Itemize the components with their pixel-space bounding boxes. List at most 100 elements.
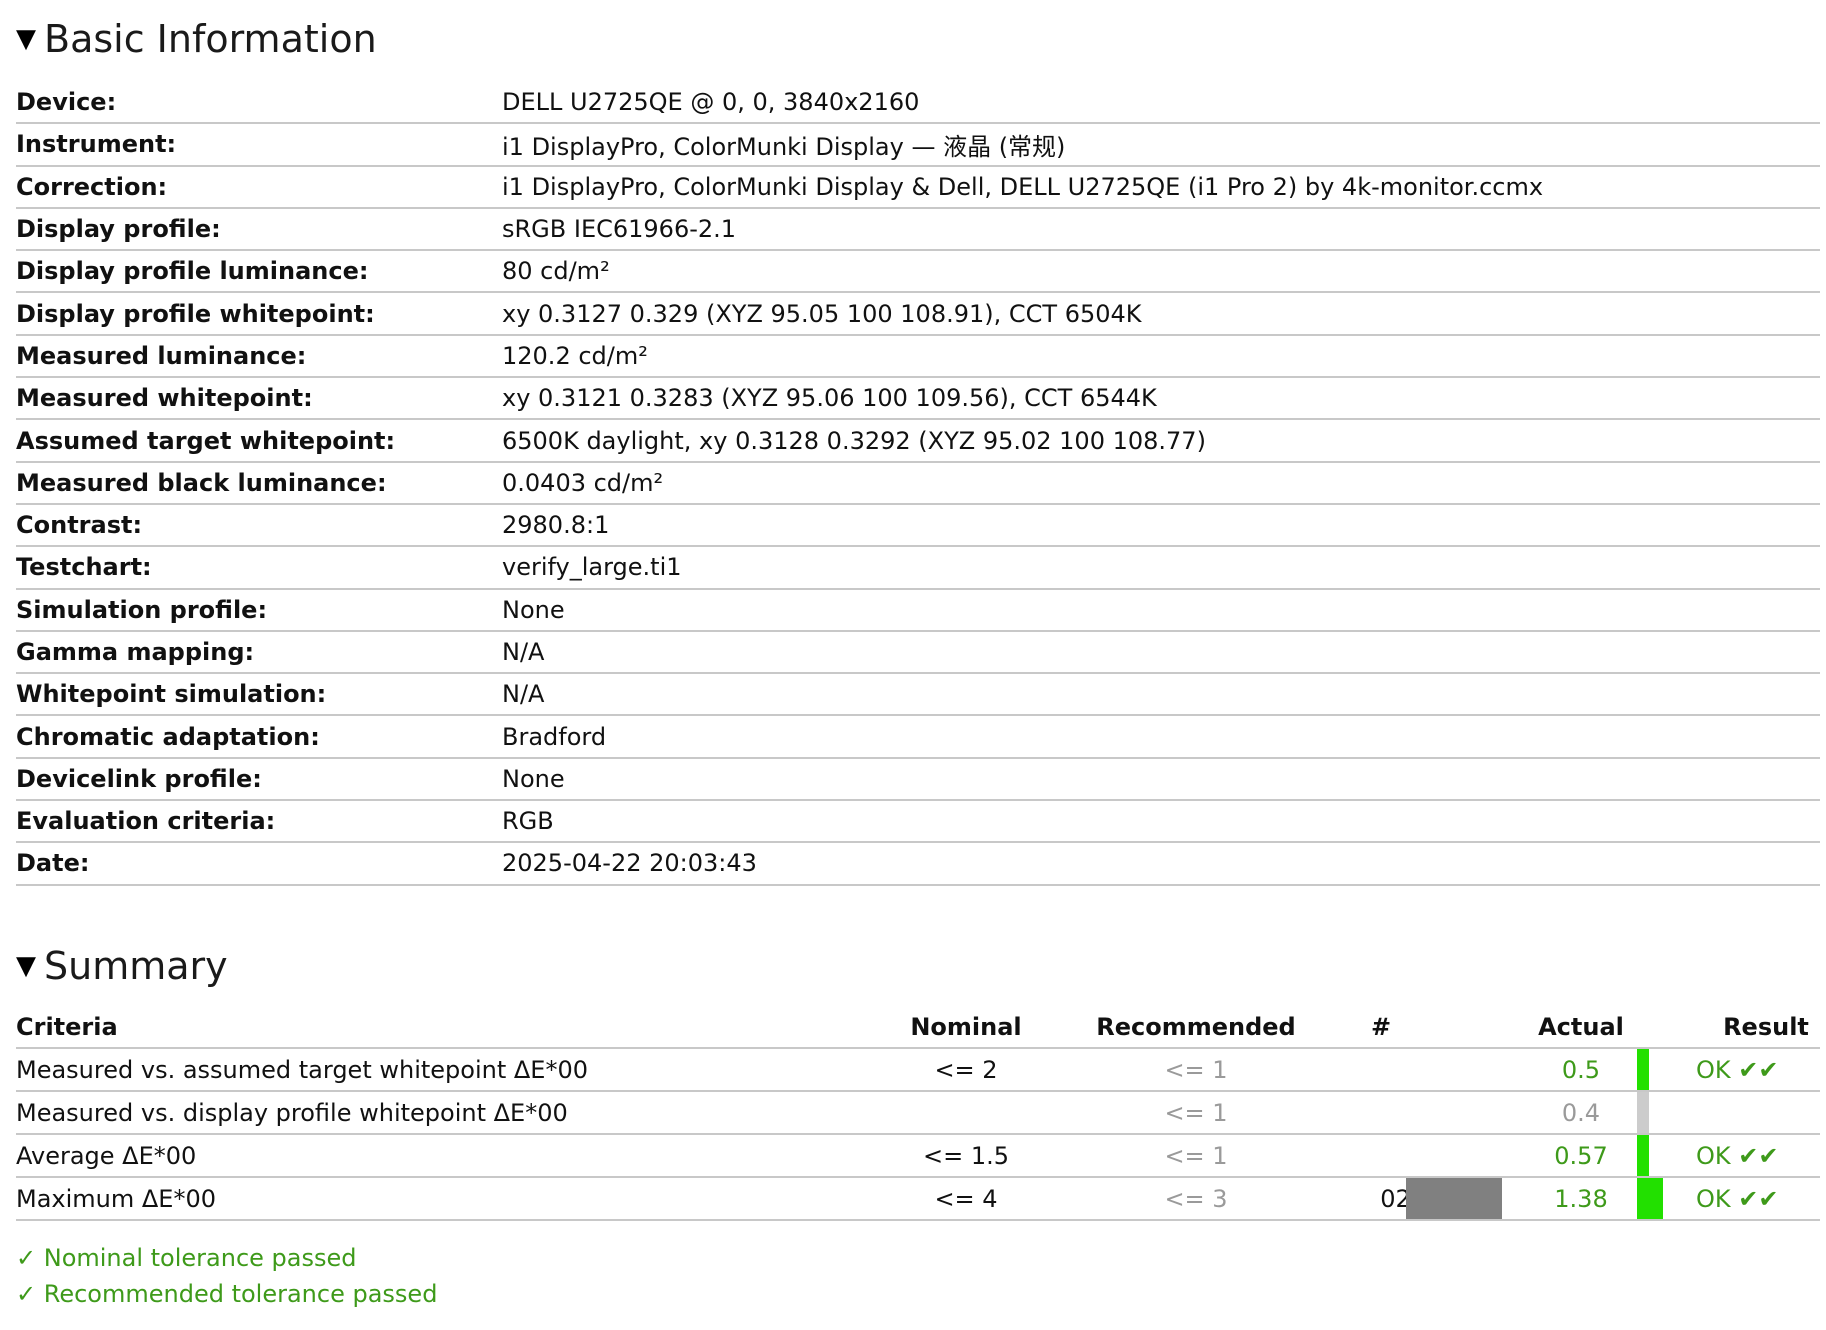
info-row-testchart: Testchart: verify_large.ti1 xyxy=(16,547,1820,590)
info-value: verify_large.ti1 xyxy=(502,553,682,582)
info-label: Evaluation criteria: xyxy=(16,807,276,836)
info-row-devicelink-profile: Devicelink profile: None xyxy=(16,759,1820,802)
info-row-display-profile-whitepoint: Display profile whitepoint: xy 0.3127 0.… xyxy=(16,293,1820,336)
info-row-device: Device: DELL U2725QE @ 0, 0, 3840x2160 xyxy=(16,82,1820,125)
header-actual: Actual xyxy=(1538,1012,1624,1041)
info-row-gamma-mapping: Gamma mapping: N/A xyxy=(16,632,1820,675)
info-label: Contrast: xyxy=(16,511,143,540)
info-label: Whitepoint simulation: xyxy=(16,680,327,709)
actual-cell: 1.38 xyxy=(1554,1184,1608,1213)
info-value: N/A xyxy=(502,680,545,709)
info-value: 80 cd/m² xyxy=(502,257,610,286)
report-page: ▼ Basic Information Device: DELL U2725QE… xyxy=(0,0,1826,1330)
summary-title: Summary xyxy=(44,944,228,988)
criteria-cell: Measured vs. assumed target whitepoint Δ… xyxy=(16,1055,589,1084)
result-cell: OK ✔✔ xyxy=(1696,1141,1779,1170)
info-value: 2980.8:1 xyxy=(502,511,610,540)
recommended-cell: <= 1 xyxy=(1164,1141,1228,1170)
info-label: Assumed target whitepoint: xyxy=(16,426,396,455)
summary-heading[interactable]: ▼ Summary xyxy=(16,947,228,985)
info-row-simulation-profile: Simulation profile: None xyxy=(16,590,1820,632)
tolerance-notes: ✓ Nominal tolerance passed ✓ Recommended… xyxy=(16,1240,437,1312)
result-cell: OK ✔✔ xyxy=(1696,1055,1779,1084)
criteria-cell: Maximum ΔE*00 xyxy=(16,1184,217,1213)
table-row: Measured vs. display profile whitepoint … xyxy=(16,1092,1820,1135)
info-label: Display profile whitepoint: xyxy=(16,299,375,328)
info-value: Bradford xyxy=(502,722,607,751)
table-row: Average ΔE*00 <= 1.5 <= 1 0.57 OK ✔✔ xyxy=(16,1135,1820,1178)
info-row-measured-luminance: Measured luminance: 120.2 cd/m² xyxy=(16,336,1820,379)
status-bar-green xyxy=(1637,1135,1649,1176)
info-label: Date: xyxy=(16,849,90,878)
actual-cell: 0.57 xyxy=(1554,1141,1608,1170)
info-value: 0.0403 cd/m² xyxy=(502,468,664,497)
info-label: Display profile luminance: xyxy=(16,257,369,286)
summary-table: Criteria Nominal Recommended # Actual Re… xyxy=(16,1006,1820,1221)
info-label: Device: xyxy=(16,88,117,117)
info-value: None xyxy=(502,764,565,793)
actual-cell: 0.4 xyxy=(1561,1098,1601,1127)
status-bar-green xyxy=(1637,1049,1649,1090)
info-value: None xyxy=(502,595,565,624)
criteria-cell: Average ΔE*00 xyxy=(16,1141,197,1170)
criteria-cell: Measured vs. display profile whitepoint … xyxy=(16,1098,568,1127)
info-label: Measured whitepoint: xyxy=(16,384,313,413)
status-bar-green xyxy=(1637,1178,1663,1219)
info-row-date: Date: 2025-04-22 20:03:43 xyxy=(16,843,1820,886)
info-label: Measured luminance: xyxy=(16,341,307,370)
info-value: DELL U2725QE @ 0, 0, 3840x2160 xyxy=(502,88,920,117)
info-value: 2025-04-22 20:03:43 xyxy=(502,849,757,878)
status-bar-gray xyxy=(1637,1092,1649,1133)
header-nominal: Nominal xyxy=(910,1012,1022,1041)
info-row-correction: Correction: i1 DisplayPro, ColorMunki Di… xyxy=(16,167,1820,209)
recommended-cell: <= 1 xyxy=(1164,1098,1228,1127)
info-value: xy 0.3121 0.3283 (XYZ 95.06 100 109.56),… xyxy=(502,384,1157,413)
info-label: Simulation profile: xyxy=(16,595,268,624)
nominal-cell: <= 2 xyxy=(934,1055,998,1084)
recommended-cell: <= 1 xyxy=(1164,1055,1228,1084)
nominal-cell: <= 1.5 xyxy=(922,1141,1009,1170)
info-row-evaluation-criteria: Evaluation criteria: RGB xyxy=(16,801,1820,844)
info-value: i1 DisplayPro, ColorMunki Display — 液晶 (… xyxy=(502,132,1066,161)
recommended-tolerance-note: ✓ Recommended tolerance passed xyxy=(16,1280,438,1308)
info-value: xy 0.3127 0.329 (XYZ 95.05 100 108.91), … xyxy=(502,299,1142,328)
actual-cell: 0.5 xyxy=(1561,1055,1601,1084)
info-label: Instrument: xyxy=(16,130,177,159)
nominal-cell: <= 4 xyxy=(934,1184,998,1213)
info-row-contrast: Contrast: 2980.8:1 xyxy=(16,505,1820,548)
info-label: Testchart: xyxy=(16,553,152,582)
info-row-whitepoint-simulation: Whitepoint simulation: N/A xyxy=(16,674,1820,717)
info-label: Correction: xyxy=(16,172,168,201)
basic-information-table: Device: DELL U2725QE @ 0, 0, 3840x2160 I… xyxy=(16,82,1820,886)
header-criteria: Criteria xyxy=(16,1012,118,1041)
info-label: Devicelink profile: xyxy=(16,764,262,793)
info-label: Chromatic adaptation: xyxy=(16,722,320,751)
info-value: sRGB IEC61966-2.1 xyxy=(502,215,737,244)
info-value: RGB xyxy=(502,807,554,836)
info-row-display-profile: Display profile: sRGB IEC61966-2.1 xyxy=(16,209,1820,252)
info-value: 120.2 cd/m² xyxy=(502,341,648,370)
header-hash: # xyxy=(1370,1012,1392,1041)
info-label: Display profile: xyxy=(16,215,221,244)
summary-header-row: Criteria Nominal Recommended # Actual Re… xyxy=(16,1006,1820,1049)
header-recommended: Recommended xyxy=(1096,1012,1296,1041)
header-result: Result xyxy=(1723,1012,1809,1041)
nominal-tolerance-note: ✓ Nominal tolerance passed xyxy=(16,1244,357,1272)
triangle-down-icon[interactable]: ▼ xyxy=(16,953,36,979)
info-row-display-profile-luminance: Display profile luminance: 80 cd/m² xyxy=(16,251,1820,294)
triangle-down-icon[interactable]: ▼ xyxy=(16,26,36,52)
basic-information-heading[interactable]: ▼ Basic Information xyxy=(16,20,377,58)
table-row: Measured vs. assumed target whitepoint Δ… xyxy=(16,1049,1820,1092)
info-label: Measured black luminance: xyxy=(16,468,387,497)
info-value: i1 DisplayPro, ColorMunki Display & Dell… xyxy=(502,172,1544,201)
info-row-chromatic-adaptation: Chromatic adaptation: Bradford xyxy=(16,716,1820,759)
result-cell: OK ✔✔ xyxy=(1696,1184,1779,1213)
color-swatch xyxy=(1406,1178,1502,1219)
info-row-assumed-target-whitepoint: Assumed target whitepoint: 6500K dayligh… xyxy=(16,420,1820,463)
basic-information-title: Basic Information xyxy=(44,17,377,61)
info-row-instrument: Instrument: i1 DisplayPro, ColorMunki Di… xyxy=(16,124,1820,167)
recommended-cell: <= 3 xyxy=(1164,1184,1228,1213)
info-row-measured-whitepoint: Measured whitepoint: xy 0.3121 0.3283 (X… xyxy=(16,378,1820,421)
info-row-measured-black-luminance: Measured black luminance: 0.0403 cd/m² xyxy=(16,463,1820,505)
table-row: Maximum ΔE*00 <= 4 <= 3 023 1.38 OK ✔✔ xyxy=(16,1178,1820,1221)
